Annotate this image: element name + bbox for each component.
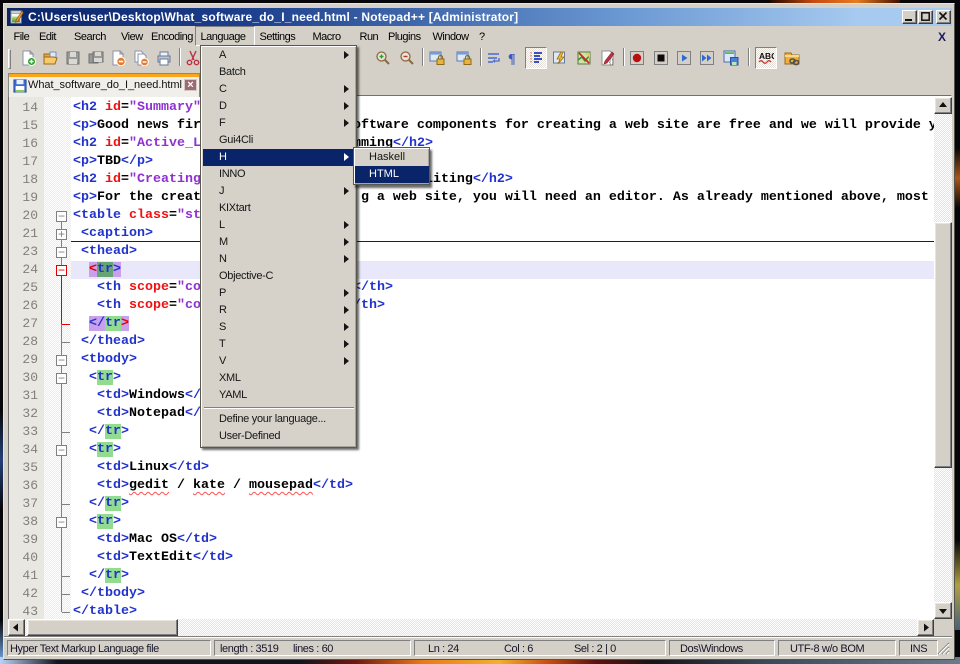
svg-text:¶: ¶ bbox=[508, 52, 516, 66]
svg-text:ABC: ABC bbox=[759, 51, 774, 61]
svg-text:{): {) bbox=[609, 59, 614, 66]
